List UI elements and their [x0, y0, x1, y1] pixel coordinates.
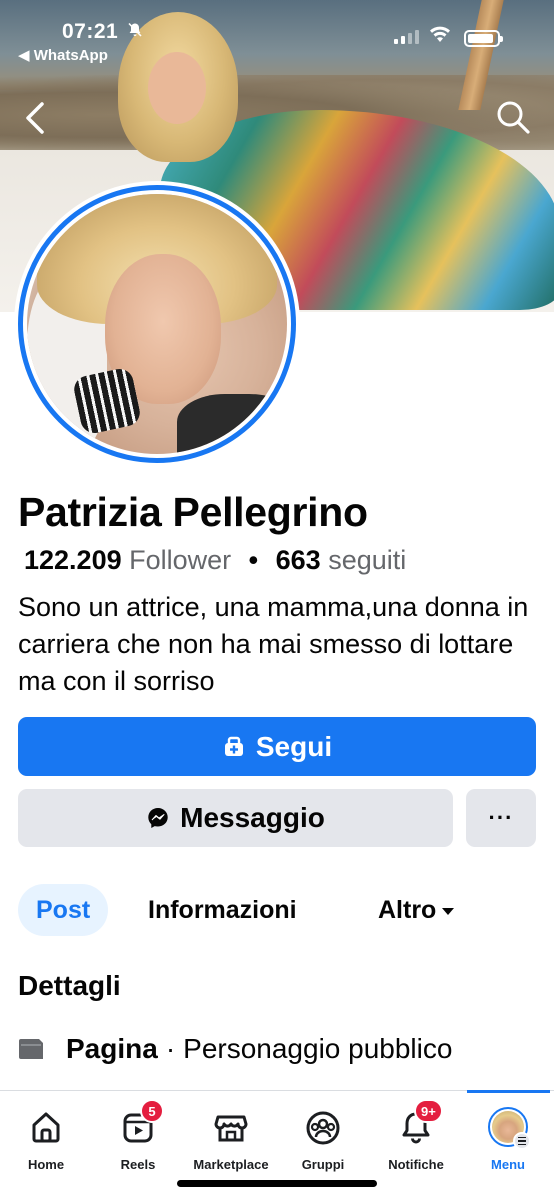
avatar-photo: [27, 194, 287, 454]
tab-post-label: Post: [36, 895, 91, 924]
avatar-bracelet: [71, 366, 143, 436]
nav-marketplace-label: Marketplace: [193, 1157, 269, 1172]
nav-marketplace[interactable]: Marketplace: [183, 1091, 279, 1177]
tab-informazioni-label: Informazioni: [148, 895, 297, 924]
profile-bio: Sono un attrice, una mamma,una donna in …: [18, 592, 529, 696]
nav-gruppi[interactable]: Gruppi: [296, 1091, 350, 1177]
stats-separator: •: [248, 545, 259, 575]
nav-notifiche-label: Notifiche: [388, 1157, 444, 1172]
following-label[interactable]: seguiti: [328, 545, 406, 575]
back-to-app-link[interactable]: ◀ WhatsApp: [18, 46, 108, 64]
status-bar: 07:21 ◀ WhatsApp: [0, 0, 554, 64]
story-ring: [18, 185, 296, 463]
nav-notifiche[interactable]: 9+ Notifiche: [380, 1091, 452, 1177]
back-arrow-icon[interactable]: [18, 98, 52, 138]
follow-button-label: Segui: [255, 730, 333, 762]
nav-gruppi-label: Gruppi: [301, 1157, 345, 1172]
nav-menu-label: Menu: [491, 1157, 525, 1172]
message-button-label: Messaggio: [180, 802, 325, 833]
search-icon[interactable]: [494, 98, 532, 136]
tab-altro[interactable]: Altro: [378, 884, 455, 936]
tab-informazioni[interactable]: Informazioni: [148, 884, 297, 936]
silent-bell-icon: [127, 22, 143, 43]
cellular-signal-icon: [394, 28, 419, 44]
page-flag-icon: [19, 1039, 43, 1059]
nav-home-label: Home: [27, 1157, 65, 1172]
profile-picture[interactable]: [14, 181, 300, 467]
messenger-icon: [148, 808, 168, 828]
battery-icon: [464, 30, 503, 47]
nav-home[interactable]: Home: [20, 1091, 72, 1177]
follow-button[interactable]: Segui: [18, 717, 536, 776]
nav-reels[interactable]: 5 Reels: [112, 1091, 164, 1177]
wifi-icon: [430, 26, 450, 42]
marketplace-icon: [214, 1115, 248, 1142]
followers-count[interactable]: 122.209: [24, 545, 122, 575]
battery-level: [468, 34, 494, 43]
page-type-label: Pagina: [66, 1033, 158, 1064]
nav-reels-label: Reels: [120, 1157, 156, 1172]
details-title: Dettagli: [18, 970, 121, 1001]
message-button[interactable]: Messaggio: [18, 789, 453, 847]
tab-post[interactable]: Post: [18, 884, 109, 936]
follow-icon: [224, 736, 243, 756]
home-indicator: [177, 1180, 377, 1187]
menu-avatar: [488, 1107, 531, 1150]
hamburger-icon: [513, 1132, 531, 1150]
profile-tabs: Post Informazioni Altro: [18, 884, 538, 936]
groups-icon: [306, 1111, 340, 1145]
page-type-row: Pagina · Personaggio pubblico: [18, 1033, 452, 1065]
followers-label[interactable]: Follower: [129, 545, 231, 575]
profile-stats: 122.209 Follower • 663 seguiti: [24, 544, 406, 576]
page-type-separator: ·: [165, 1033, 176, 1064]
more-options-button[interactable]: ···: [466, 789, 536, 847]
nav-menu[interactable]: Menu: [484, 1091, 532, 1177]
page-type-value: Personaggio pubblico: [183, 1033, 453, 1064]
avatar-top: [177, 394, 287, 454]
home-icon: [32, 1112, 60, 1143]
notifications-badge: 9+: [414, 1099, 443, 1123]
tab-altro-label: Altro: [378, 895, 437, 924]
following-count[interactable]: 663: [276, 545, 321, 575]
caret-down-icon: [442, 908, 455, 915]
profile-name: Patrizia Pellegrino: [18, 489, 368, 535]
status-time: 07:21: [62, 20, 119, 43]
reels-badge: 5: [140, 1099, 164, 1123]
